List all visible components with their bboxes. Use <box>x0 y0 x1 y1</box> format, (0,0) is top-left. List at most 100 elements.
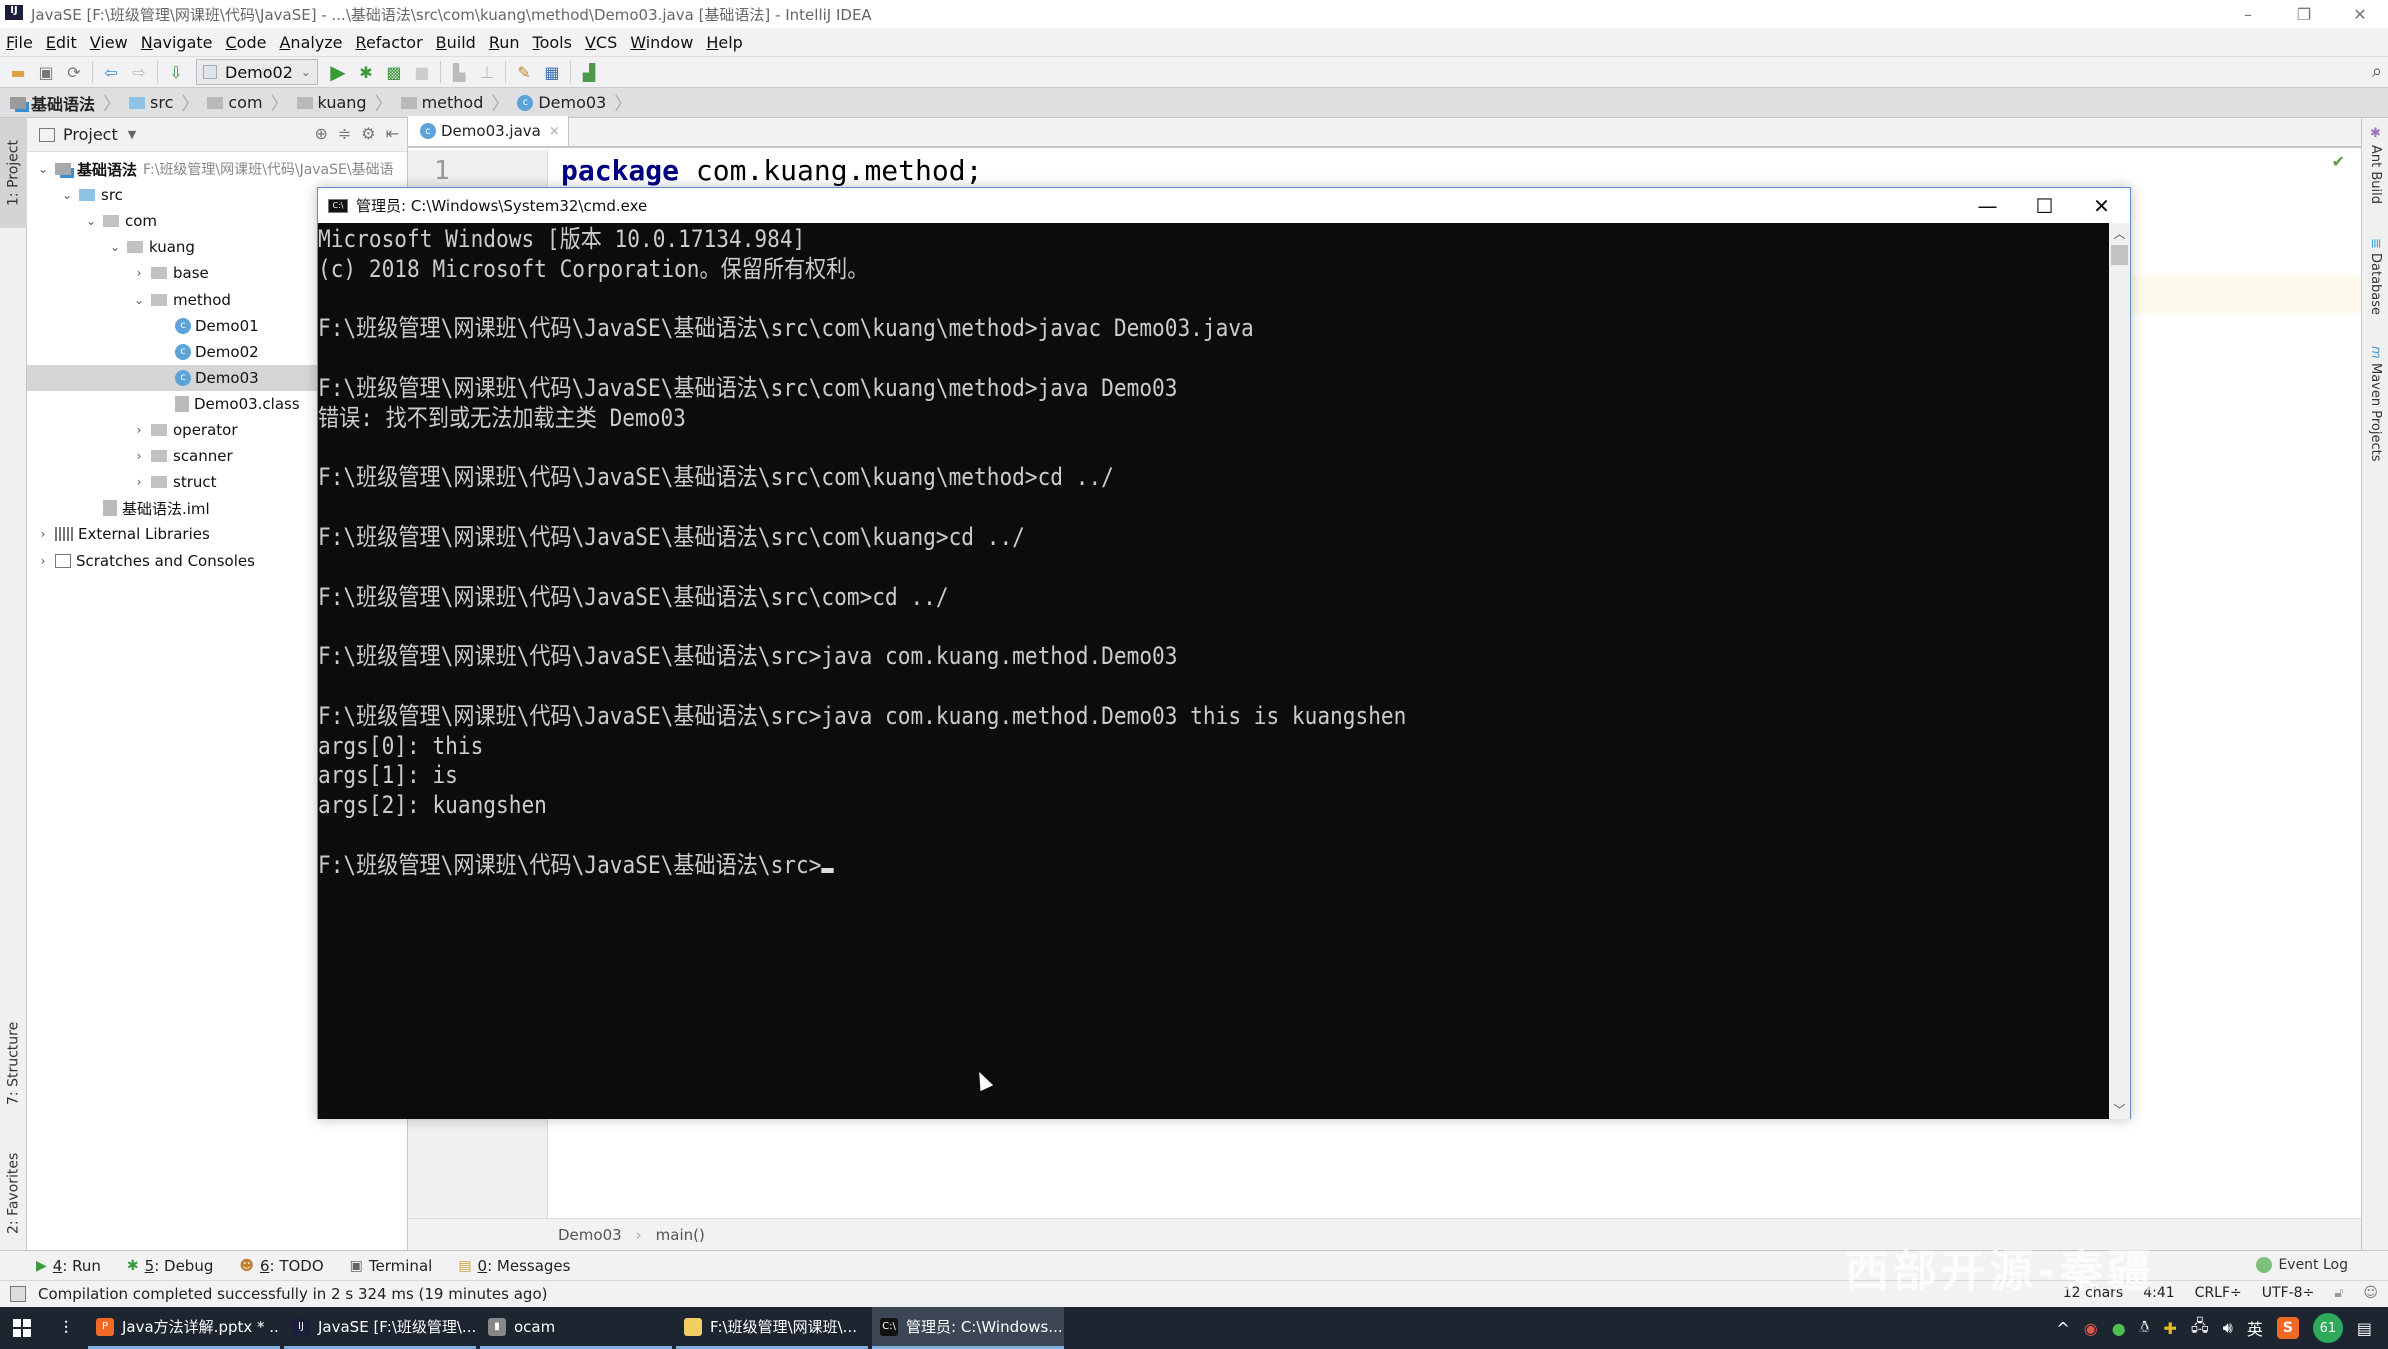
menu-navigate[interactable]: Navigate <box>141 33 213 52</box>
profile-icon[interactable]: ⊥ <box>473 59 501 85</box>
tool-tab-structure[interactable]: 7: Structure <box>0 1008 27 1118</box>
taskbar-app[interactable]: C:\ 管理员: C:\Windows... <box>872 1307 1064 1349</box>
chevron-right-icon[interactable]: › <box>131 449 147 463</box>
close-tab-icon[interactable]: × <box>549 124 560 139</box>
breadcrumb-kuang[interactable]: kuang <box>296 93 375 112</box>
editor-crumb-method[interactable]: main() <box>656 1226 705 1244</box>
stop-icon[interactable]: ■ <box>408 59 436 85</box>
chevron-right-icon[interactable]: › <box>131 475 147 489</box>
sdk-icon[interactable]: ▦ <box>538 59 566 85</box>
tool-tab-maven[interactable]: m Maven Projects <box>2362 346 2388 496</box>
menu-refactor[interactable]: Refactor <box>356 33 423 52</box>
tool-tab-favorites[interactable]: 2: Favorites <box>0 1138 27 1248</box>
breadcrumb-demo03[interactable]: c Demo03 <box>517 93 614 112</box>
build-icon[interactable]: ⇩ <box>162 59 190 85</box>
tool-tab-database[interactable]: ≣ Database <box>2362 238 2388 348</box>
menu-analyze[interactable]: Analyze <box>279 33 342 52</box>
network-icon[interactable]: 🖧︎ <box>2191 1315 2209 1342</box>
chevron-down-icon[interactable]: ⌄ <box>107 240 123 254</box>
tool-window-run[interactable]: ▶ 4: Run <box>36 1257 101 1275</box>
menu-run[interactable]: Run <box>489 33 520 52</box>
scroll-up-icon[interactable]: ︿ <box>2109 223 2130 243</box>
cmd-minimize-button[interactable]: — <box>1959 188 2016 223</box>
tool-tab-project[interactable]: 1: Project <box>0 118 27 228</box>
sogou-input-icon[interactable]: S <box>2276 1317 2299 1339</box>
run-icon[interactable]: ▶ <box>324 59 352 85</box>
menu-vcs[interactable]: VCS <box>585 33 617 52</box>
menu-tools[interactable]: Tools <box>533 33 572 52</box>
tool-window-todo[interactable]: ☻ 6: TODO <box>239 1257 323 1275</box>
close-button[interactable]: ✕ <box>2332 0 2388 28</box>
cmd-scrollbar[interactable]: ︿ ﹀ <box>2109 223 2130 1119</box>
tool-window-debug[interactable]: ✱ 5: Debug <box>127 1257 213 1275</box>
encoding-select[interactable]: UTF-8÷ <box>2262 1285 2315 1301</box>
open-folder-icon[interactable]: ▬ <box>4 59 32 85</box>
tray-overflow-icon[interactable]: ^ <box>2056 1319 2069 1338</box>
taskbar-app[interactable]: F:\班级管理\网课班\... <box>676 1307 868 1349</box>
debug-icon[interactable]: ✱ <box>352 59 380 85</box>
wechat-icon[interactable]: ● <box>2112 1319 2126 1338</box>
chevron-down-icon[interactable]: ⌄ <box>35 162 51 176</box>
search-icon[interactable]: ⌕ <box>2372 61 2382 82</box>
tree-item[interactable]: ⌄ 基础语法 F:\班级管理\网课班\代码\JavaSE\基础语 <box>27 156 408 182</box>
action-center-icon[interactable]: ▤ <box>2357 1319 2372 1338</box>
minimize-button[interactable]: – <box>2220 0 2276 28</box>
restore-button[interactable]: ❐ <box>2276 0 2332 28</box>
lock-icon[interactable]: 🔓︎ <box>2334 1285 2343 1301</box>
breadcrumb-method[interactable]: method <box>400 93 492 112</box>
attach-icon[interactable]: ▙ <box>445 59 473 85</box>
locate-icon[interactable]: ⊕ <box>314 124 327 143</box>
breadcrumb-module[interactable]: 基础语法 <box>10 91 103 115</box>
chevron-down-icon[interactable]: ⌄ <box>83 214 99 228</box>
breadcrumb-com[interactable]: com <box>207 93 270 112</box>
breadcrumb-src[interactable]: src <box>129 93 181 112</box>
tool-window-messages[interactable]: ▤ 0: Messages <box>458 1257 570 1275</box>
caret-position[interactable]: 4:41 <box>2143 1285 2174 1301</box>
volume-icon[interactable]: 🔊︎ <box>2223 1318 2233 1338</box>
taskbar-app[interactable]: P Java方法详解.pptx * ... <box>88 1307 280 1349</box>
menu-window[interactable]: Window <box>630 33 693 52</box>
task-view-button[interactable]: ⫶ <box>44 1307 88 1349</box>
project-structure-icon[interactable]: ✎ <box>510 59 538 85</box>
taskbar-app[interactable]: IJ JavaSE [F:\班级管理\... <box>284 1307 476 1349</box>
line-separator-select[interactable]: CRLF÷ <box>2195 1285 2242 1301</box>
chevron-right-icon[interactable]: › <box>131 423 147 437</box>
coverage-icon[interactable]: ▩ <box>380 59 408 85</box>
menu-build[interactable]: Build <box>436 33 476 52</box>
menu-code[interactable]: Code <box>226 33 267 52</box>
cmd-close-button[interactable]: ✕ <box>2073 188 2130 223</box>
cmd-console[interactable]: Microsoft Windows [版本 10.0.17134.984] (c)… <box>318 223 2110 1119</box>
chevron-down-icon[interactable]: ⌄ <box>59 188 75 202</box>
start-button[interactable] <box>0 1307 44 1349</box>
menu-help[interactable]: Help <box>706 33 742 52</box>
event-log-button[interactable]: Event Log <box>2256 1257 2348 1273</box>
save-icon[interactable]: ▣ <box>32 59 60 85</box>
performance-badge[interactable]: 61 <box>2312 1313 2343 1343</box>
sdk-manager-icon[interactable]: ▟ <box>575 59 603 85</box>
chevron-right-icon[interactable]: › <box>35 554 51 568</box>
tool-window-terminal[interactable]: ▣ Terminal <box>350 1257 433 1275</box>
back-icon[interactable]: ⇦ <box>97 59 125 85</box>
menu-edit[interactable]: Edit <box>46 33 77 52</box>
editor-tab-demo03[interactable]: c Demo03.java × <box>408 116 569 146</box>
gear-icon[interactable]: ⚙ <box>361 124 375 143</box>
recorder-icon[interactable]: ◉ <box>2084 1319 2098 1338</box>
chevron-down-icon[interactable]: ⌄ <box>131 293 147 307</box>
qq-icon[interactable]: 🐧︎ <box>2140 1317 2150 1339</box>
chevron-right-icon[interactable]: › <box>35 527 51 541</box>
scroll-down-icon[interactable]: ﹀ <box>2109 1099 2130 1119</box>
cmd-title-bar[interactable]: C:\ 管理员: C:\Windows\System32\cmd.exe — ☐… <box>318 188 2130 223</box>
taskbar-app[interactable]: ▮ ocam <box>480 1307 672 1349</box>
tool-tab-ant-build[interactable]: ✱ Ant Build <box>2362 126 2388 226</box>
security-icon[interactable]: ✚ <box>2164 1319 2177 1338</box>
sync-icon[interactable]: ⟳ <box>60 59 88 85</box>
chevron-down-icon[interactable]: ▼ <box>128 128 136 141</box>
ime-indicator[interactable]: 英 <box>2247 1316 2263 1340</box>
cmd-maximize-button[interactable]: ☐ <box>2016 188 2073 223</box>
code-line[interactable]: package com.kuang.method; <box>561 154 982 187</box>
collapse-all-icon[interactable]: ≑ <box>338 124 351 143</box>
menu-file[interactable]: File <box>6 33 33 52</box>
chevron-right-icon[interactable]: › <box>131 266 147 280</box>
hide-panel-icon[interactable]: ⇤ <box>386 124 399 143</box>
run-configuration-select[interactable]: Demo02 ⌄ <box>196 59 318 85</box>
